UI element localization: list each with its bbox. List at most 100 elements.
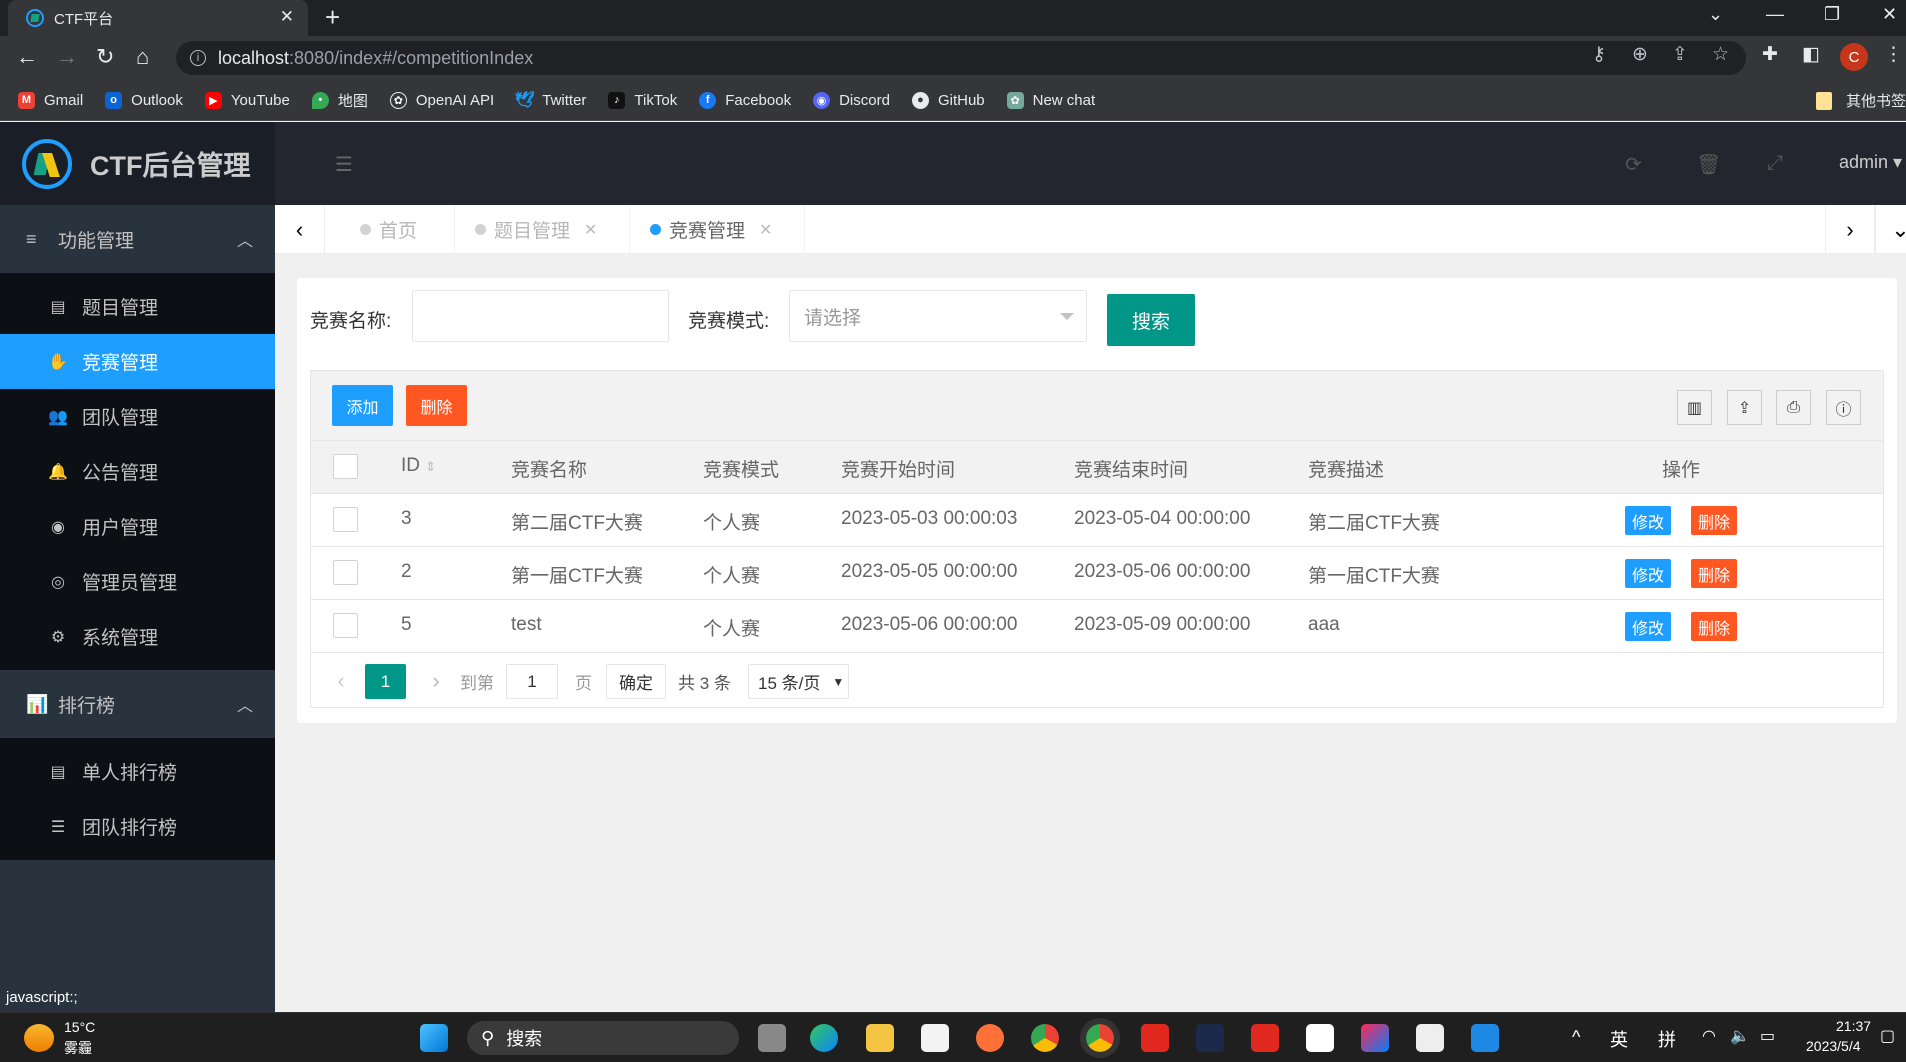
collapse-sidebar-icon[interactable]: ☰	[335, 152, 353, 177]
bookmark-maps[interactable]: • 地图	[311, 90, 368, 111]
forward-button[interactable]: →	[56, 44, 78, 70]
browser-tab[interactable]: CTF平台 ✕	[8, 0, 308, 36]
sidebar-item-teams[interactable]: 👥 团队管理	[0, 389, 275, 444]
share-icon[interactable]: ⇪	[1672, 43, 1688, 66]
edge-icon[interactable]	[810, 1024, 838, 1052]
bookmark-youtube[interactable]: ▶ YouTube	[204, 91, 290, 109]
wps-office-icon[interactable]	[1251, 1024, 1279, 1052]
reload-button[interactable]: ↻	[96, 44, 114, 70]
typora-icon[interactable]	[1306, 1024, 1334, 1052]
tabs-next-button[interactable]: ›	[1825, 205, 1875, 254]
sidebar-item-admins[interactable]: ◎ 管理员管理	[0, 554, 275, 609]
print-icon[interactable]: ⎙	[1776, 390, 1811, 425]
password-key-icon[interactable]: ⚷	[1592, 43, 1606, 66]
firefox-icon[interactable]	[976, 1024, 1004, 1052]
intellij-icon[interactable]	[1361, 1024, 1389, 1052]
chrome-active-icon[interactable]	[1080, 1018, 1120, 1058]
info-icon[interactable]: ⓘ	[1826, 390, 1861, 425]
ime-mode[interactable]: 拼	[1658, 1026, 1676, 1052]
edit-button[interactable]: 修改	[1625, 559, 1671, 588]
sidebar-item-competitions[interactable]: ✋ 竞赛管理	[0, 334, 275, 389]
minimize-button[interactable]: —	[1766, 4, 1784, 25]
page-tab-home[interactable]: 首页	[325, 205, 455, 254]
bookmark-tiktok[interactable]: ♪ TikTok	[608, 91, 677, 109]
bookmark-facebook[interactable]: f Facebook	[699, 91, 791, 109]
bookmark-outlook[interactable]: o Outlook	[105, 91, 183, 109]
store-icon[interactable]	[921, 1024, 949, 1052]
battery-icon[interactable]: ▭	[1760, 1026, 1775, 1046]
home-button[interactable]: ⌂	[136, 44, 149, 70]
add-button[interactable]: 添加	[332, 385, 393, 426]
bookmark-star-icon[interactable]: ☆	[1712, 43, 1729, 66]
back-button[interactable]: ←	[16, 44, 38, 70]
competition-name-input[interactable]	[412, 290, 669, 342]
prev-page-button[interactable]: ‹	[331, 664, 351, 698]
sidebar-item-system[interactable]: ⚙ 系统管理	[0, 609, 275, 664]
page-1-button[interactable]: 1	[365, 664, 406, 699]
sidebar-item-challenges[interactable]: ▤ 题目管理	[0, 279, 275, 334]
extensions-icon[interactable]: ✚	[1762, 43, 1778, 66]
bookmark-twitter[interactable]: 🕊 Twitter	[515, 92, 587, 110]
goto-confirm-button[interactable]: 确定	[606, 664, 666, 699]
tabs-menu-button[interactable]: ⌄	[1875, 205, 1906, 254]
weather-icon[interactable]	[24, 1024, 54, 1052]
menu-kebab-icon[interactable]: ⋮	[1884, 43, 1903, 66]
snipping-tool-icon[interactable]	[1416, 1024, 1444, 1052]
page-tab-competitions[interactable]: 竞赛管理 ✕	[630, 205, 805, 254]
new-tab-button[interactable]: +	[325, 2, 340, 33]
page-tab-challenges[interactable]: 题目管理 ✕	[455, 205, 630, 254]
close-tab-icon[interactable]: ✕	[280, 7, 294, 27]
ime-language[interactable]: 英	[1610, 1026, 1628, 1052]
tabs-prev-button[interactable]: ‹	[275, 205, 325, 254]
refresh-icon[interactable]: ⟳	[1625, 152, 1642, 177]
taskbar-search[interactable]: ⚲ 搜索	[467, 1021, 739, 1055]
delete-button[interactable]: 删除	[1691, 612, 1737, 641]
wps-icon[interactable]	[1141, 1024, 1169, 1052]
chrome-icon[interactable]	[1031, 1024, 1059, 1052]
row-checkbox[interactable]	[333, 560, 358, 585]
side-panel-icon[interactable]: ◧	[1802, 43, 1820, 66]
clock-time[interactable]: 21:37	[1836, 1018, 1871, 1034]
tab-search-icon[interactable]: ⌄	[1708, 4, 1723, 25]
sidebar-group-leaderboard[interactable]: 📊 排行榜 ︿	[0, 670, 275, 738]
sidebar-item-individual-ranking[interactable]: ▤ 单人排行榜	[0, 744, 275, 799]
sidebar-item-users[interactable]: ◉ 用户管理	[0, 499, 275, 554]
start-icon[interactable]	[420, 1024, 448, 1052]
clock-date[interactable]: 2023/5/4	[1806, 1038, 1861, 1054]
column-id[interactable]: ID ⇕	[401, 455, 436, 477]
delete-button[interactable]: 删除	[1691, 559, 1737, 588]
task-view-icon[interactable]	[758, 1024, 786, 1052]
search-button[interactable]: 搜索	[1107, 294, 1195, 346]
file-explorer-icon[interactable]	[866, 1024, 894, 1052]
volume-icon[interactable]: 🔈	[1730, 1026, 1750, 1046]
trash-icon[interactable]: 🗑	[1696, 152, 1721, 177]
restore-button[interactable]: ❐	[1824, 4, 1840, 25]
edit-button[interactable]: 修改	[1625, 506, 1671, 535]
select-all-checkbox[interactable]	[333, 454, 358, 479]
profile-avatar[interactable]: C	[1840, 43, 1868, 71]
bookmark-openai[interactable]: ✿ OpenAI API	[389, 91, 494, 109]
sidebar-group-functions[interactable]: ≡ 功能管理 ︿	[0, 205, 275, 273]
bookmark-discord[interactable]: ◉ Discord	[813, 91, 890, 109]
bookmark-gmail[interactable]: M Gmail	[18, 91, 83, 109]
sidebar-item-announcements[interactable]: 🔔 公告管理	[0, 444, 275, 499]
wifi-icon[interactable]: ◠	[1702, 1026, 1716, 1046]
bookmark-github[interactable]: ● GitHub	[911, 91, 985, 109]
edit-button[interactable]: 修改	[1625, 612, 1671, 641]
page-size-select[interactable]: 15 条/页 ▼	[748, 664, 849, 699]
competition-mode-select[interactable]: 请选择	[789, 290, 1087, 342]
close-window-button[interactable]: ✕	[1882, 4, 1897, 25]
other-bookmarks[interactable]: 其他书签	[1815, 90, 1906, 111]
site-info-icon[interactable]: i	[190, 50, 206, 66]
goto-page-input[interactable]	[506, 664, 558, 699]
cat-app-icon[interactable]	[1196, 1024, 1224, 1052]
sidebar-item-team-ranking[interactable]: ☰ 团队排行榜	[0, 799, 275, 854]
delete-button[interactable]: 删除	[1691, 506, 1737, 535]
bookmark-new-chat[interactable]: ✿ New chat	[1006, 91, 1095, 109]
columns-icon[interactable]: ▥	[1677, 390, 1712, 425]
address-bar[interactable]: i localhost:8080/index#/competitionIndex	[176, 41, 1746, 75]
pycharm-p-icon[interactable]	[1471, 1024, 1499, 1052]
show-hidden-icons[interactable]: ^	[1572, 1027, 1580, 1048]
row-checkbox[interactable]	[333, 613, 358, 638]
close-tab-icon[interactable]: ✕	[759, 220, 772, 240]
